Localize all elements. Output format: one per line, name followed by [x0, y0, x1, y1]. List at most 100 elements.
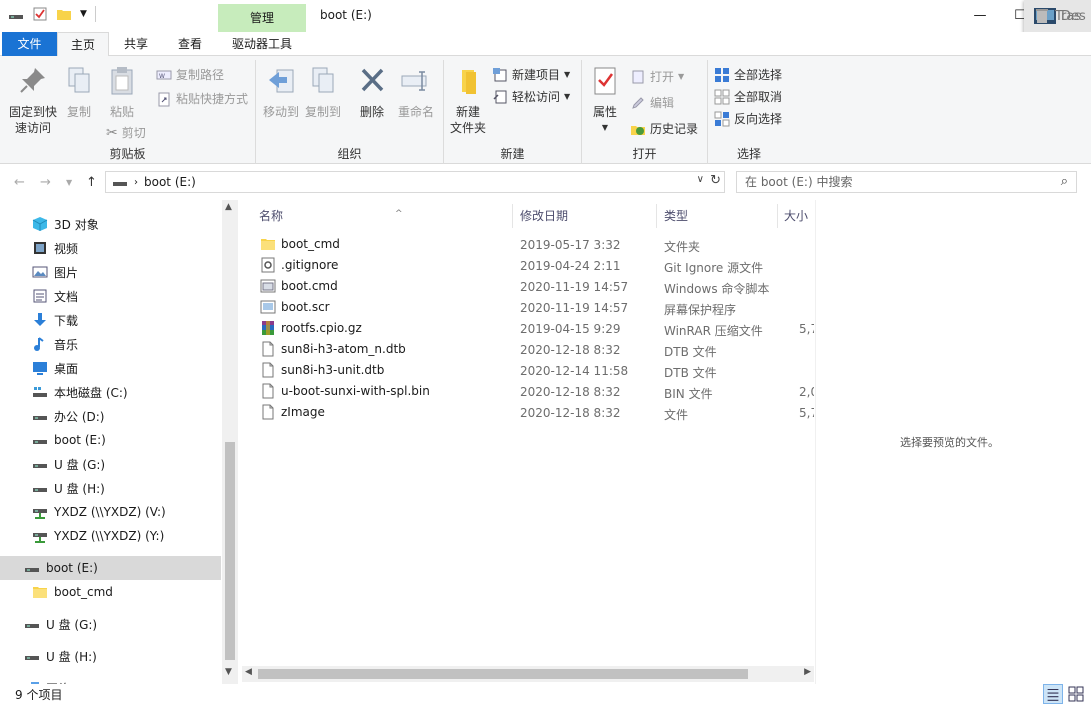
properties-check-icon[interactable] — [32, 6, 48, 22]
file-row[interactable]: boot.cmd 2020-11-19 14:57 Windows 命令脚本 — [242, 276, 814, 297]
status-bar: 9 个项目 — [0, 684, 1091, 706]
easy-access-button[interactable]: 轻松访问 ▼ — [492, 88, 570, 105]
customize-qat-icon[interactable]: ▼ — [80, 9, 87, 19]
paste-icon — [111, 67, 133, 95]
paste-shortcut-button[interactable]: 粘贴快捷方式 — [156, 90, 248, 107]
drive-icon[interactable] — [8, 6, 24, 22]
copy-path-button[interactable]: W 复制路径 — [156, 66, 224, 83]
nav-item[interactable]: YXDZ (\\YXDZ) (V:) — [0, 500, 221, 524]
scroll-right-icon[interactable]: ▶ — [804, 667, 811, 677]
file-date: 2019-04-15 9:29 — [520, 322, 621, 336]
history-button[interactable]: 历史记录 — [630, 120, 698, 137]
column-separator[interactable] — [512, 204, 513, 228]
svg-text:W: W — [159, 73, 165, 80]
recent-locations-button[interactable]: ▼ — [66, 178, 72, 187]
file-row[interactable]: zImage 2020-12-18 8:32 文件 5,7 — [242, 402, 814, 423]
nav-item[interactable]: U 盘 (H:) — [0, 476, 221, 500]
scroll-left-icon[interactable]: ◀ — [245, 667, 252, 677]
nav-item[interactable]: boot (E:) — [0, 428, 221, 452]
forward-button[interactable]: → — [40, 175, 51, 190]
column-separator[interactable] — [656, 204, 657, 228]
history-icon — [631, 125, 645, 135]
copy-to-icon — [312, 67, 334, 93]
nav-item[interactable]: boot (E:) — [0, 556, 221, 580]
open-button[interactable]: 打开 ▼ — [630, 68, 684, 85]
details-view-icon[interactable] — [1043, 684, 1063, 704]
column-header-size[interactable]: 大小 — [784, 204, 814, 228]
address-bar[interactable]: › boot (E:) ∨ ↻ — [105, 171, 725, 193]
edit-button[interactable]: 编辑 — [630, 94, 674, 111]
tab-file[interactable]: 文件 — [2, 32, 57, 56]
file-row[interactable]: rootfs.cpio.gz 2019-04-15 9:29 WinRAR 压缩文件… — [242, 318, 814, 339]
drive-icon — [33, 416, 47, 420]
nav-item[interactable]: 本地磁盘 (C:) — [0, 380, 221, 404]
copy-button[interactable]: 复制 — [62, 64, 96, 120]
rename-button[interactable]: 重命名 — [394, 64, 438, 120]
new-folder-icon[interactable] — [56, 6, 72, 22]
file-row[interactable]: sun8i-h3-atom_n.dtb 2020-12-18 8:32 DTB 文件 — [242, 339, 814, 360]
preview-pane: 选择要预览的文件。 — [815, 200, 1091, 684]
file-row[interactable]: boot_cmd 2019-05-17 3:32 文件夹 — [242, 234, 814, 255]
move-to-button[interactable]: 移动到 — [262, 64, 300, 120]
nav-item[interactable]: 音乐 — [0, 332, 221, 356]
scroll-thumb[interactable] — [225, 442, 235, 660]
file-row[interactable]: .gitignore 2019-04-24 2:11 Git Ignore 源文件 — [242, 255, 814, 276]
nav-scrollbar[interactable]: ▲ ▼ — [222, 200, 238, 684]
up-button[interactable]: ↑ — [86, 175, 97, 190]
tab-view[interactable]: 查看 — [166, 32, 214, 56]
nav-item[interactable]: 网络 — [0, 676, 221, 684]
nav-item-label: 音乐 — [54, 337, 79, 352]
column-header-date[interactable]: 修改日期 — [520, 204, 650, 228]
cut-button[interactable]: ✂ 剪切 — [106, 124, 146, 141]
nav-item[interactable]: 桌面 — [0, 356, 221, 380]
nav-item[interactable]: YXDZ (\\YXDZ) (Y:) — [0, 524, 221, 548]
select-none-button[interactable]: 全部取消 — [714, 88, 782, 105]
nav-item-label: 图片 — [54, 265, 79, 280]
nav-item[interactable]: U 盘 (G:) — [0, 452, 221, 476]
flyout-item-trash[interactable]: Tras — [1024, 5, 1091, 27]
scroll-down-icon[interactable]: ▼ — [225, 667, 232, 677]
nav-item-label: 3D 对象 — [54, 217, 99, 232]
tab-manage[interactable]: 管理 — [218, 4, 306, 32]
select-all-button[interactable]: 全部选择 — [714, 66, 782, 83]
large-icons-view-icon[interactable] — [1066, 684, 1086, 704]
copy-to-button[interactable]: 复制到 — [304, 64, 342, 120]
nav-item[interactable]: 视频 — [0, 236, 221, 260]
download-icon — [34, 313, 46, 326]
refresh-icon[interactable]: ↻ — [710, 173, 721, 188]
back-button[interactable]: ← — [14, 175, 25, 190]
tab-home[interactable]: 主页 — [57, 32, 109, 57]
file-row[interactable]: boot.scr 2020-11-19 14:57 屏幕保护程序 — [242, 297, 814, 318]
properties-icon — [594, 67, 616, 95]
pin-to-quick-access-button[interactable]: 固定到快 速访问 — [6, 64, 60, 136]
new-item-button[interactable]: 新建项目 ▼ — [492, 66, 570, 83]
tab-drive-tools[interactable]: 驱动器工具 — [218, 32, 306, 56]
properties-button[interactable]: 属性 ▼ — [588, 64, 622, 136]
nav-item[interactable]: boot_cmd — [0, 580, 221, 604]
nav-item[interactable]: 图片 — [0, 260, 221, 284]
column-header-name[interactable]: 名称 ^ — [259, 204, 509, 228]
nav-item[interactable]: 3D 对象 — [0, 212, 221, 236]
file-row[interactable]: u-boot-sunxi-with-spl.bin 2020-12-18 8:32… — [242, 381, 814, 402]
file-icon — [262, 404, 274, 420]
invert-selection-button[interactable]: 反向选择 — [714, 110, 782, 127]
paste-button[interactable]: 粘贴 — [104, 64, 140, 120]
delete-button[interactable]: 删除 — [354, 64, 390, 120]
scroll-up-icon[interactable]: ▲ — [225, 202, 232, 212]
nav-item[interactable]: 办公 (D:) — [0, 404, 221, 428]
tab-share[interactable]: 共享 — [112, 32, 160, 56]
nav-item[interactable]: 文档 — [0, 284, 221, 308]
file-list-hscrollbar[interactable]: ◀ ▶ — [242, 666, 814, 682]
breadcrumb[interactable]: boot (E:) — [144, 175, 196, 189]
column-separator[interactable] — [777, 204, 778, 228]
address-dropdown-icon[interactable]: ∨ — [697, 174, 704, 185]
nav-item[interactable]: U 盘 (G:) — [0, 612, 221, 636]
minimize-button[interactable]: — — [960, 4, 1000, 28]
file-row[interactable]: sun8i-h3-unit.dtb 2020-12-14 11:58 DTB 文件 — [242, 360, 814, 381]
nav-item[interactable]: U 盘 (H:) — [0, 644, 221, 668]
search-input[interactable]: 在 boot (E:) 中搜索 ⌕ — [736, 171, 1077, 193]
new-folder-button[interactable]: 新建 文件夹 — [448, 64, 488, 136]
nav-item[interactable]: 下载 — [0, 308, 221, 332]
column-header-type[interactable]: 类型 — [664, 204, 774, 228]
hscroll-thumb[interactable] — [258, 669, 748, 679]
